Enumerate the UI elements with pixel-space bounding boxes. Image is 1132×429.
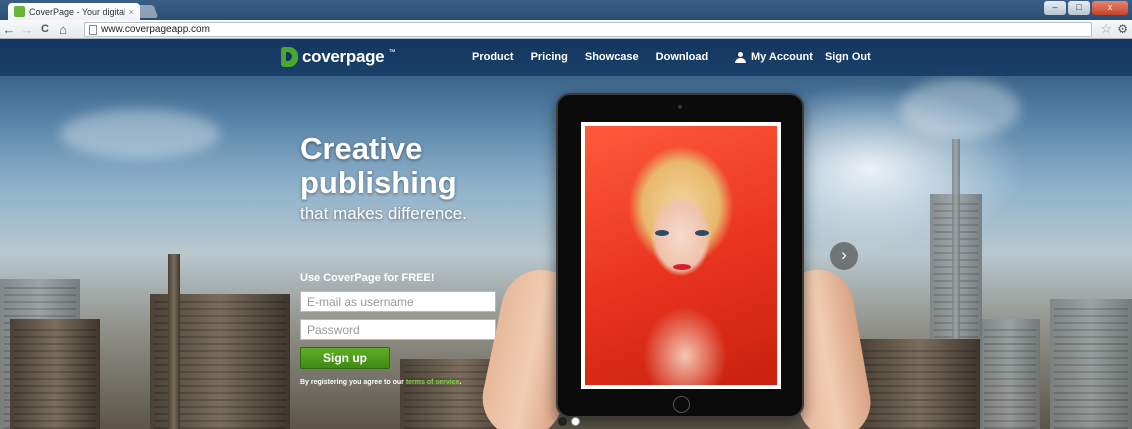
camera-icon [678, 105, 682, 109]
window-controls: – □ x [1044, 1, 1128, 15]
hero-subtitle: that makes difference. [300, 204, 467, 223]
magazine-cover-image [585, 126, 777, 385]
email-field[interactable] [300, 291, 496, 312]
trademark-mark: ™ [388, 49, 396, 56]
sign-out-link[interactable]: Sign Out [825, 51, 871, 63]
tablet-home-button [673, 396, 690, 413]
building [1050, 299, 1132, 429]
my-account-label: My Account [751, 51, 813, 63]
eye [655, 230, 669, 236]
forward-button[interactable]: → [18, 22, 36, 37]
reload-button[interactable]: C [36, 23, 54, 35]
signup-form-label: Use CoverPage for FREE! [300, 272, 435, 284]
favicon-icon [14, 6, 25, 17]
main-nav: Product Pricing Showcase Download [472, 51, 708, 63]
carousel-dot-2[interactable] [571, 417, 580, 426]
nav-pricing[interactable]: Pricing [531, 51, 568, 63]
tablet-device [556, 93, 804, 418]
terms-note: By registering you agree to our terms of… [300, 379, 461, 386]
carousel-next-button[interactable]: › [830, 242, 858, 270]
hero-title-line1: Creative [300, 131, 423, 166]
brand-name: coverpage [302, 47, 385, 66]
hero-title-line2: publishing [300, 165, 457, 200]
browser-tab[interactable]: CoverPage - Your digital p × [8, 3, 140, 20]
terms-prefix: By registering you agree to our [300, 379, 406, 386]
address-bar[interactable]: www.coverpageapp.com [84, 22, 1092, 37]
account-nav: My Account Sign Out [735, 51, 871, 63]
tab-title: CoverPage - Your digital p [29, 6, 125, 17]
terms-of-service-link[interactable]: terms of service [406, 379, 460, 386]
tablet-screen [581, 122, 781, 389]
close-window-button[interactable]: x [1092, 1, 1128, 15]
sign-up-button[interactable]: Sign up [300, 347, 390, 369]
building [10, 319, 100, 429]
carousel-dots [558, 417, 580, 426]
site-header: coverpage ™ Product Pricing Showcase Dow… [0, 39, 1132, 76]
back-button[interactable]: ← [0, 22, 18, 37]
carousel-dot-1[interactable] [558, 417, 567, 426]
building-spire [168, 254, 180, 429]
minimize-button[interactable]: – [1044, 1, 1066, 15]
cloud [60, 109, 220, 159]
maximize-button[interactable]: □ [1068, 1, 1090, 15]
my-account-link[interactable]: My Account [735, 51, 813, 63]
terms-suffix: . [459, 379, 462, 386]
bookmark-star-icon[interactable]: ☆ [1100, 21, 1112, 37]
password-field[interactable] [300, 319, 496, 340]
user-icon [735, 51, 746, 63]
browser-toolbar: ← → C ⌂ www.coverpageapp.com ☆ ⚙ [0, 20, 1132, 39]
building [860, 339, 980, 429]
nav-product[interactable]: Product [472, 51, 514, 63]
cloud [900, 79, 1020, 139]
page-viewport: coverpage ™ Product Pricing Showcase Dow… [0, 39, 1132, 429]
building [980, 319, 1040, 429]
wrench-menu-icon[interactable]: ⚙ [1117, 22, 1128, 36]
nav-download[interactable]: Download [656, 51, 709, 63]
brand-logo[interactable]: coverpage ™ [281, 47, 395, 67]
eye [695, 230, 709, 236]
page-icon [89, 24, 97, 35]
hero-title: Creative publishing [300, 132, 457, 200]
url-text: www.coverpageapp.com [101, 24, 210, 35]
nav-showcase[interactable]: Showcase [585, 51, 639, 63]
coverpage-logo-icon [281, 47, 298, 67]
home-button[interactable]: ⌂ [54, 22, 72, 37]
lips [673, 264, 691, 270]
browser-tabstrip: CoverPage - Your digital p × – □ x [0, 0, 1132, 20]
new-tab-button[interactable] [129, 5, 159, 18]
